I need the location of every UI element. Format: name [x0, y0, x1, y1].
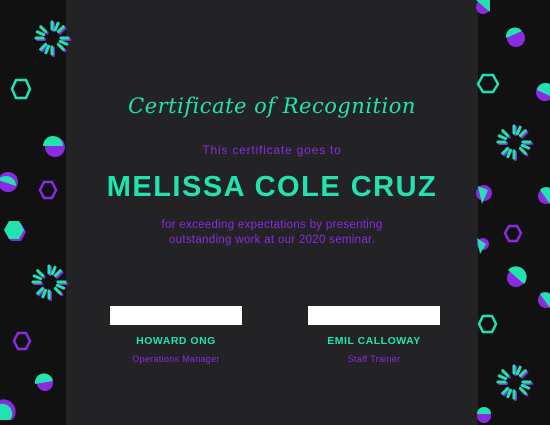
hexagon-outline-icon — [477, 314, 498, 334]
half-circle-icon — [507, 266, 527, 287]
half-circle-icon — [0, 399, 16, 420]
half-circle-icon — [43, 136, 65, 157]
reason-line: outstanding work at our 2020 seminar. — [168, 234, 376, 246]
sunburst-icon — [496, 364, 533, 401]
certificate: Certificate of Recognition This certific… — [0, 0, 550, 425]
hexagon-outline-icon — [38, 180, 58, 200]
signature-line — [110, 306, 242, 325]
signature-line — [308, 306, 440, 325]
recognition-reason: for exceeding expectations by presenting… — [66, 218, 478, 248]
signatory-name: EMIL CALLOWAY — [327, 335, 421, 347]
half-circle-icon — [34, 373, 53, 391]
sunburst-icon — [34, 20, 71, 57]
half-circle-icon — [476, 0, 490, 14]
hexagon-outline-icon — [503, 224, 523, 243]
signatory-role: Staff Trainer — [347, 354, 401, 364]
half-circle-icon — [536, 82, 550, 101]
half-circle-icon — [477, 238, 489, 254]
intro-text: This certificate goes to — [202, 143, 342, 157]
sunburst-icon — [496, 124, 533, 161]
half-circle-icon — [538, 187, 550, 204]
half-circle-icon — [476, 185, 492, 204]
half-circle-icon — [538, 292, 550, 308]
half-circle-icon — [0, 172, 18, 192]
signatory-role: Operations Manager — [132, 354, 220, 364]
decorative-shapes — [0, 0, 550, 423]
half-circle-icon — [477, 407, 491, 423]
hexagon-outline-icon — [12, 331, 32, 351]
hexagon-outline-icon — [10, 78, 32, 100]
signatory-name: HOWARD ONG — [136, 335, 216, 347]
hexagon-outline-icon — [476, 73, 500, 94]
sunburst-icon — [31, 264, 68, 301]
reason-line: for exceeding expectations by presenting — [161, 219, 383, 231]
hexagon-solid-icon — [4, 221, 26, 241]
certificate-title: Certificate of Recognition — [128, 94, 416, 118]
half-circle-icon — [505, 27, 525, 47]
recipient-name: MELISSA COLE CRUZ — [106, 171, 438, 203]
